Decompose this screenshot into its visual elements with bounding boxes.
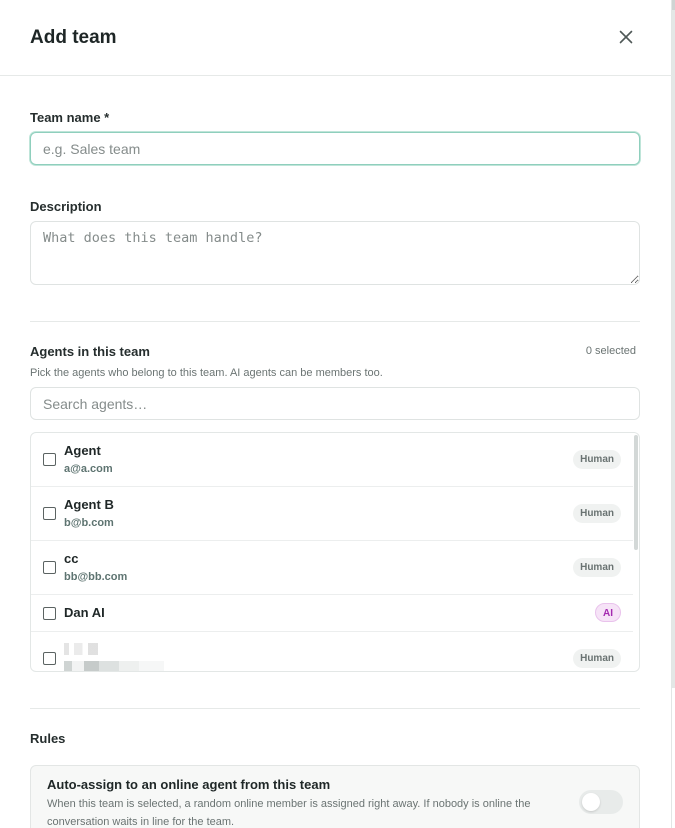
description-textarea[interactable] [30, 221, 640, 285]
agent-checkbox[interactable] [43, 561, 56, 574]
agent-type-badge: Human [573, 558, 621, 577]
add-team-dialog: Add team Team name * Description Agents … [0, 0, 672, 828]
dialog-header: Add team [0, 0, 672, 76]
description-label: Description [30, 199, 102, 214]
selected-count: 0 selected [585, 345, 636, 357]
agent-type-badge: Human [573, 649, 621, 668]
dialog-title: Add team [30, 27, 117, 48]
agent-name: Dan AI [64, 605, 105, 620]
agent-type-badge: Human [573, 504, 621, 523]
auto-assign-rule-card: Auto-assign to an online agent from this… [30, 765, 640, 828]
agent-email: bb@bb.com [64, 571, 128, 583]
search-agents-input[interactable] [30, 387, 640, 420]
agent-list-scrollbar[interactable] [634, 435, 638, 550]
agent-row[interactable]: Agent a@a.com Human [31, 433, 633, 487]
auto-assign-title: Auto-assign to an online agent from this… [47, 777, 331, 792]
agent-row[interactable]: Dan AI AI [31, 595, 633, 632]
agents-helper-text: Pick the agents who belong to this team.… [30, 367, 383, 379]
close-icon[interactable] [614, 25, 638, 49]
agent-name: Agent B [64, 497, 114, 512]
auto-assign-toggle[interactable] [579, 790, 623, 814]
section-divider [30, 708, 640, 709]
agent-name-redacted [64, 643, 98, 655]
agent-email: a@a.com [64, 463, 113, 475]
team-name-label: Team name * [30, 110, 110, 125]
agent-row[interactable]: Agent B b@b.com Human [31, 487, 633, 541]
agent-checkbox[interactable] [43, 507, 56, 520]
agent-name: Agent [64, 443, 101, 458]
agent-type-badge: AI [595, 603, 621, 622]
agent-email-redacted [64, 661, 164, 671]
auto-assign-description: When this team is selected, a random onl… [47, 798, 531, 828]
rules-section-label: Rules [30, 731, 66, 746]
agent-name: cc [64, 551, 79, 566]
section-divider [30, 321, 640, 322]
agent-email: b@b.com [64, 517, 114, 529]
agents-section-label: Agents in this team [30, 344, 150, 359]
agent-type-badge: Human [573, 450, 621, 469]
agent-list[interactable]: Agent a@a.com Human Agent B b@b.com Huma… [30, 432, 640, 672]
agent-checkbox[interactable] [43, 453, 56, 466]
toggle-knob [582, 793, 600, 811]
agent-checkbox[interactable] [43, 652, 56, 665]
agent-checkbox[interactable] [43, 607, 56, 620]
team-name-input[interactable] [30, 132, 640, 165]
agent-row[interactable]: cc bb@bb.com Human [31, 541, 633, 595]
agent-row[interactable]: Human [31, 632, 633, 671]
